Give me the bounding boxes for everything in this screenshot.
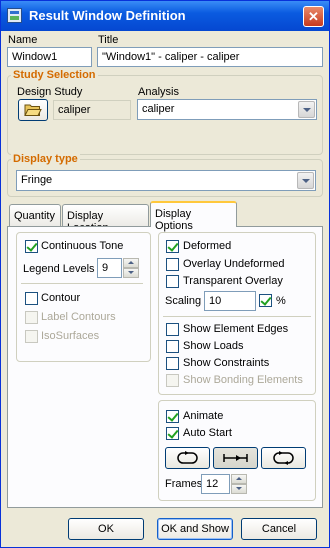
tab-quantity-label: Quantity: [14, 210, 55, 222]
label-contours-checkbox: [25, 311, 38, 324]
display-type-title: Display type: [11, 153, 80, 165]
legend-levels-label: Legend Levels: [23, 263, 95, 275]
frames-input[interactable]: 12: [201, 474, 230, 494]
isosurfaces-label: IsoSurfaces: [41, 330, 100, 342]
analysis-value: caliper: [142, 103, 175, 115]
cancel-button[interactable]: Cancel: [241, 518, 317, 540]
isosurfaces-checkbox: [25, 330, 38, 343]
show-bonding-elements-checkbox: [166, 374, 179, 387]
back-forth-play-button[interactable]: [261, 447, 306, 469]
dropdown-arrow-icon[interactable]: [298, 101, 315, 118]
study-selection-title: Study Selection: [11, 69, 98, 81]
display-type-select[interactable]: Fringe: [16, 170, 316, 191]
analysis-select[interactable]: caliper: [137, 99, 317, 120]
name-label: Name: [8, 34, 38, 46]
transparent-overlay-checkbox[interactable]: [166, 275, 179, 288]
back-forth-play-icon: [273, 451, 294, 465]
loop-play-button[interactable]: [165, 447, 210, 469]
deformed-checkbox[interactable]: [166, 240, 179, 253]
tab-display-options-label: Display Options: [155, 208, 193, 232]
auto-start-checkbox[interactable]: [166, 427, 179, 440]
frames-spinner[interactable]: [231, 474, 247, 494]
dropdown-arrow-icon[interactable]: [297, 172, 314, 189]
label-contours-label: Label Contours: [41, 311, 116, 323]
tab-quantity[interactable]: Quantity: [9, 204, 61, 226]
display-type-value: Fringe: [21, 174, 53, 186]
deformation-group: [158, 232, 316, 395]
loop-play-icon: [177, 451, 198, 464]
continuous-tone-label: Continuous Tone: [41, 240, 124, 252]
close-icon: ✕: [308, 9, 319, 24]
window-title: Result Window Definition: [29, 8, 186, 23]
forward-play-button[interactable]: [213, 447, 258, 469]
scaling-percent-checkbox[interactable]: [259, 294, 272, 307]
show-element-edges-checkbox[interactable]: [166, 323, 179, 336]
show-element-edges-label: Show Element Edges: [183, 323, 289, 335]
separator: [163, 316, 311, 317]
show-loads-label: Show Loads: [183, 340, 244, 352]
tab-display-location[interactable]: Display Location: [62, 204, 149, 234]
separator: [21, 283, 143, 284]
animate-label: Animate: [183, 410, 224, 422]
show-constraints-label: Show Constraints: [183, 357, 270, 369]
continuous-tone-checkbox[interactable]: [25, 240, 38, 253]
overlay-undeformed-label: Overlay Undeformed: [183, 258, 285, 270]
overlay-undeformed-checkbox[interactable]: [166, 258, 179, 271]
close-button[interactable]: ✕: [303, 6, 324, 27]
show-loads-checkbox[interactable]: [166, 340, 179, 353]
legend-levels-spinner[interactable]: [123, 258, 139, 278]
result-window-dialog: Result Window Definition ✕ Name Title Wi…: [0, 0, 330, 548]
contour-checkbox[interactable]: [25, 292, 38, 305]
forward-play-icon: [223, 454, 248, 462]
scaling-label: Scaling: [165, 295, 202, 307]
analysis-label: Analysis: [138, 86, 179, 98]
scaling-input[interactable]: 10: [204, 291, 256, 311]
frames-label: Frames: [165, 478, 203, 490]
show-bonding-elements-label: Show Bonding Elements: [183, 374, 303, 386]
folder-open-icon: [24, 104, 42, 116]
name-input[interactable]: Window1: [7, 47, 92, 67]
transparent-overlay-label: Transparent Overlay: [183, 275, 283, 287]
design-study-label: Design Study: [17, 86, 83, 98]
deformed-label: Deformed: [183, 240, 232, 252]
contour-label: Contour: [41, 292, 81, 304]
legend-levels-input[interactable]: 9: [97, 258, 122, 278]
ok-and-show-button[interactable]: OK and Show: [157, 518, 233, 540]
title-input[interactable]: "Window1" - caliper - caliper: [97, 47, 323, 67]
spin-up-icon[interactable]: [123, 258, 139, 268]
open-design-study-button[interactable]: [18, 99, 48, 121]
show-constraints-checkbox[interactable]: [166, 357, 179, 370]
tab-display-options[interactable]: Display Options: [150, 201, 237, 232]
title-bar: Result Window Definition ✕: [1, 1, 329, 31]
percent-label: %: [276, 295, 286, 307]
ok-button[interactable]: OK: [68, 518, 144, 540]
auto-start-label: Auto Start: [183, 427, 232, 439]
window-icon: [7, 8, 22, 23]
spin-up-icon[interactable]: [231, 474, 247, 484]
spin-down-icon[interactable]: [123, 268, 139, 278]
animate-checkbox[interactable]: [166, 410, 179, 423]
title-label: Title: [98, 34, 119, 46]
design-study-value: caliper: [53, 100, 131, 120]
spin-down-icon[interactable]: [231, 484, 247, 494]
